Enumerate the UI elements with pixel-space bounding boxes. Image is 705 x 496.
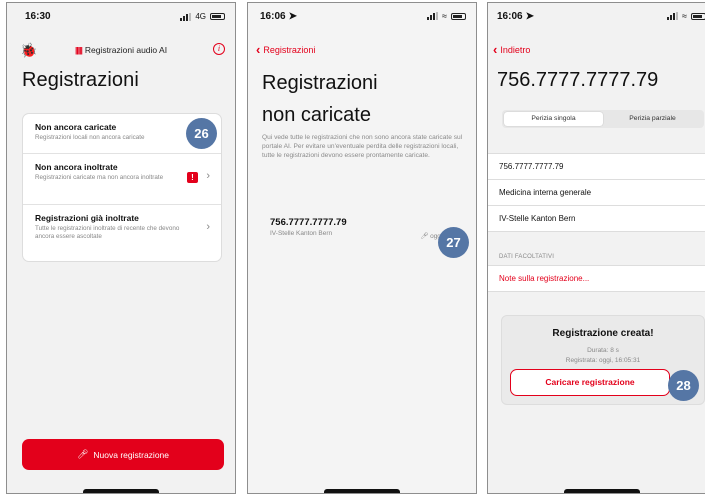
recording-location: IV-Stelle Kanton Bern <box>270 230 333 237</box>
microphone-icon: 🎤︎ <box>76 449 89 459</box>
status-time: 16:06 ➤ <box>260 11 297 22</box>
created-duration: Durata: 8 s <box>587 347 619 354</box>
home-indicator <box>324 489 400 493</box>
row-label: 756.7777.7777.79 <box>499 162 564 171</box>
step-marker: 28 <box>668 370 699 401</box>
list-row-office[interactable]: IV-Stelle Kanton Bern › <box>488 206 705 232</box>
optional-section-label: DATI FACOLTATIVI <box>499 254 555 260</box>
chevron-right-icon: › <box>206 170 210 182</box>
waveform-icon: ||||| <box>74 45 83 55</box>
home-indicator <box>83 489 159 493</box>
page-title: 756.7777.7777.79 <box>497 69 659 91</box>
battery-icon <box>451 12 466 20</box>
signal-icon <box>667 12 679 20</box>
recording-item[interactable]: 756.7777.7777.79 IV-Stelle Kanton Bern <box>270 217 347 237</box>
status-bar: 16:06 ➤ ≈ <box>248 11 476 25</box>
menu-item-subtitle: Tutte le registrazioni inoltrate di rece… <box>35 225 180 240</box>
phone-screen-recordings-home: 16:30 4G 🐞 ||||| Registrazioni audio AI i… <box>6 2 236 494</box>
new-recording-label: Nuova registrazione <box>93 449 170 460</box>
row-label: Note sulla registrazione... <box>499 274 590 283</box>
signal-icon <box>180 12 192 21</box>
segment-single-report[interactable]: Perizia singola <box>504 112 603 126</box>
page-description: Qui vede tutte le registrazioni che non … <box>262 134 463 159</box>
menu-item-title: Non ancora inoltrate <box>35 162 118 172</box>
new-recording-button[interactable]: 🎤︎ Nuova registrazione <box>22 439 224 470</box>
alert-badge: ! <box>187 172 198 183</box>
segment-partial-report[interactable]: Perizia parziale <box>603 112 702 126</box>
microphone-icon: 🎤︎ <box>420 233 429 240</box>
back-button[interactable]: ‹ Indietro <box>493 42 531 57</box>
battery-icon <box>210 13 225 20</box>
upload-recording-button[interactable]: Caricare registrazione <box>510 369 670 396</box>
app-header: 🐞 ||||| Registrazioni audio AI i <box>7 41 235 61</box>
row-label: Medicina interna generale <box>499 188 592 197</box>
info-icon[interactable]: i <box>213 43 225 55</box>
details-list: 756.7777.7777.79 › Medicina interna gene… <box>488 153 705 232</box>
back-button[interactable]: ‹ Registrazioni <box>256 42 316 57</box>
back-label: Registrazioni <box>263 45 316 55</box>
menu-item-not-forwarded[interactable]: Non ancora inoltrate Registrazioni caric… <box>23 154 221 205</box>
list-row-notes[interactable]: Note sulla registrazione... › <box>488 266 705 292</box>
phone-screen-recording-detail: 16:06 ➤ ≈ ‹ Indietro 756.7777.7777.79 Per… <box>487 2 705 494</box>
row-label: IV-Stelle Kanton Bern <box>499 214 576 223</box>
menu-item-forwarded[interactable]: Registrazioni già inoltrate Tutte le reg… <box>23 205 221 261</box>
menu-item-title: Non ancora caricate <box>35 122 117 132</box>
chevron-right-icon: › <box>206 221 210 233</box>
page-title-line1: Registrazioni <box>262 72 378 94</box>
status-bar: 16:30 4G <box>7 11 235 25</box>
step-marker: 27 <box>438 227 469 258</box>
menu-item-title: Registrazioni già inoltrate <box>35 213 139 223</box>
wifi-icon: ≈ <box>682 11 687 21</box>
back-label: Indietro <box>500 45 531 55</box>
location-arrow-icon: ➤ <box>288 11 297 22</box>
step-marker: 26 <box>186 118 217 149</box>
network-label: 4G <box>195 12 206 21</box>
back-chevron-icon: ‹ <box>256 42 261 57</box>
status-time: 16:30 <box>25 11 51 22</box>
page-title-line2: non caricate <box>262 104 371 126</box>
menu-item-subtitle: Registrazioni locali non ancora caricate <box>35 134 145 141</box>
segmented-control: Perizia singola Perizia parziale <box>502 110 704 128</box>
phone-screen-not-uploaded: 16:06 ➤ ≈ ‹ Registrazioni Registrazioni n… <box>247 2 477 494</box>
created-title: Registrazione creata! <box>552 328 654 339</box>
signal-icon <box>427 12 439 20</box>
optional-list: Note sulla registrazione... › <box>488 265 705 292</box>
recording-number: 756.7777.7777.79 <box>270 217 347 228</box>
menu-item-subtitle: Registrazioni caricate ma non ancora ino… <box>35 174 164 181</box>
back-chevron-icon: ‹ <box>493 42 498 57</box>
app-title: ||||| Registrazioni audio AI <box>74 45 168 55</box>
battery-icon <box>691 12 705 20</box>
page-title: Registrazioni <box>22 69 139 91</box>
home-indicator <box>564 489 640 493</box>
created-timestamp: Registrata: oggi, 16:05:31 <box>565 357 641 364</box>
page-title: Registrazioni non caricate <box>262 67 378 131</box>
list-row-insurance-number[interactable]: 756.7777.7777.79 › <box>488 154 705 180</box>
list-row-specialty[interactable]: Medicina interna generale › <box>488 180 705 206</box>
status-time: 16:06 ➤ <box>497 11 534 22</box>
location-arrow-icon: ➤ <box>525 11 534 22</box>
wifi-icon: ≈ <box>442 11 447 21</box>
status-bar: 16:06 ➤ ≈ <box>488 11 705 25</box>
